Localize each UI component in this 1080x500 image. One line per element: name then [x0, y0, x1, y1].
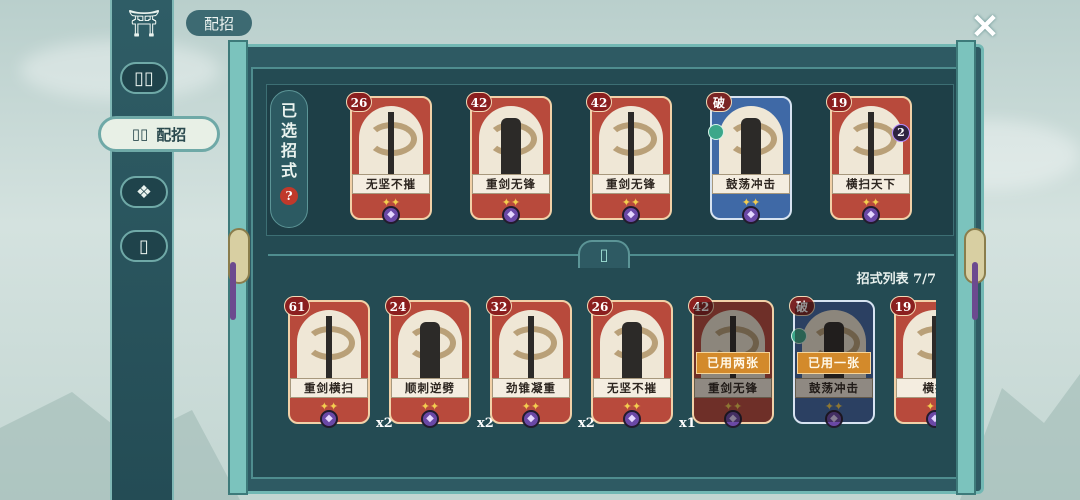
help-icon[interactable]: ?: [280, 187, 298, 205]
skill-card[interactable]: 破鼓荡冲击 ✦✦ ◆ 已用一张: [789, 296, 875, 428]
skill-card[interactable]: 42 重剑无锋 ✦✦ ◆: [586, 92, 672, 224]
gem-icon: ◆: [862, 206, 880, 224]
skill-card[interactable]: 19 横扫天下 ✦✦ ◆ 2: [826, 92, 912, 224]
card-name: 鼓荡冲击: [795, 378, 873, 398]
card-cost: 24: [385, 296, 411, 316]
card-name: 重剑横扫: [290, 378, 368, 398]
cards-icon[interactable]: ▯▯: [120, 62, 168, 94]
card-name: 重剑无锋: [592, 174, 670, 194]
deck-icon: ▯▯: [131, 125, 149, 143]
card-name: 顺刺逆劈: [391, 378, 469, 398]
skill-card[interactable]: 26 无坚不摧 ✦✦ ◆ x1: [587, 296, 696, 431]
gem-icon: ◆: [502, 206, 520, 224]
gem-icon: ◆: [724, 410, 742, 428]
gem-icon: ◆: [622, 206, 640, 224]
selected-label-char: 式: [280, 161, 297, 180]
tassel-right: [972, 262, 978, 320]
sidebar: ⛩ ▯▯ ❖ ▯: [110, 0, 174, 500]
gem-icon: ◆: [382, 206, 400, 224]
gem-icon: ◆: [320, 410, 338, 428]
skill-card[interactable]: 42 重剑无锋 ✦✦ ◆: [466, 92, 552, 224]
card-cost: 26: [346, 92, 372, 112]
card-name: 重剑无锋: [694, 378, 772, 398]
star-icon: ✦✦: [824, 400, 844, 413]
section-divider: ▯: [268, 240, 954, 268]
card-cost: 61: [284, 296, 310, 316]
temple-icon[interactable]: ⛩: [120, 6, 168, 42]
card-art: [802, 310, 866, 390]
gem-icon: ◆: [742, 206, 760, 224]
selected-label-char: 选: [280, 121, 297, 140]
gem-icon: ◆: [421, 410, 439, 428]
gem-icon: ◆: [623, 410, 641, 428]
lotus-icon: [708, 124, 724, 140]
skill-card[interactable]: 破鼓荡冲击 ✦✦ ◆: [706, 92, 792, 224]
card-mark-badge: 2: [892, 124, 910, 142]
sidebar-item-deck[interactable]: ▯▯ 配招: [98, 116, 220, 152]
card-list-panel: 61 重剑横扫 ✦✦ ◆ x2 24 顺刺逆劈 ✦✦ ◆ x2 32 劲锥凝重 ✦✦ ◆ x2 26 无坚不摧 ✦…: [266, 290, 936, 440]
card-cost: 19: [890, 296, 916, 316]
card-cost: 破: [706, 92, 732, 112]
page-title: 配招: [186, 10, 252, 36]
sidebar-item-label: 配招: [156, 125, 187, 144]
card-cost: 42: [586, 92, 612, 112]
star-icon: ✦✦: [723, 400, 743, 413]
card-name: 重剑无锋: [472, 174, 550, 194]
skill-card[interactable]: 32 劲锥凝重 ✦✦ ◆ x2: [486, 296, 595, 431]
skill-card[interactable]: 19横扫✦✦◆: [890, 296, 936, 428]
card-name: 鼓荡冲击: [712, 174, 790, 194]
selected-label-char: 招: [280, 141, 297, 160]
skill-card[interactable]: 42 重剑无锋 ✦✦ ◆ 已用两张: [688, 296, 774, 428]
skill-card[interactable]: 61 重剑横扫 ✦✦ ◆ x2: [284, 296, 393, 431]
selected-label-char: 已: [280, 101, 297, 120]
card-name: 横扫天下: [832, 174, 910, 194]
used-status-tag: 已用一张: [797, 352, 871, 374]
gem-icon: ◆: [522, 410, 540, 428]
card-name: 无坚不摧: [593, 378, 671, 398]
lotus-icon: [791, 328, 807, 344]
card-cost: 19: [826, 92, 852, 112]
card-art: [701, 310, 765, 390]
card-cost: 破: [789, 296, 815, 316]
deck-toggle-icon[interactable]: ▯: [578, 240, 630, 268]
card-name: 无坚不摧: [352, 174, 430, 194]
card-name: 横扫: [896, 378, 936, 398]
card-cost: 32: [486, 296, 512, 316]
selected-label: 已 选 招 式 ?: [270, 90, 308, 228]
emblem-icon[interactable]: ❖: [120, 176, 168, 208]
card-cost: 42: [688, 296, 714, 316]
card-cost: 42: [466, 92, 492, 112]
gem-icon: ◆: [926, 410, 936, 428]
skill-card[interactable]: 26 无坚不摧 ✦✦ ◆: [346, 92, 432, 224]
tassel-left: [230, 262, 236, 320]
used-status-tag: 已用两张: [696, 352, 770, 374]
card-name: 劲锥凝重: [492, 378, 570, 398]
gem-icon: ◆: [825, 410, 843, 428]
card-cost: 26: [587, 296, 613, 316]
card-icon[interactable]: ▯: [120, 230, 168, 262]
card-list-header: 招式列表 7/7: [856, 272, 936, 287]
skill-card[interactable]: 24 顺刺逆劈 ✦✦ ◆ x2: [385, 296, 494, 431]
